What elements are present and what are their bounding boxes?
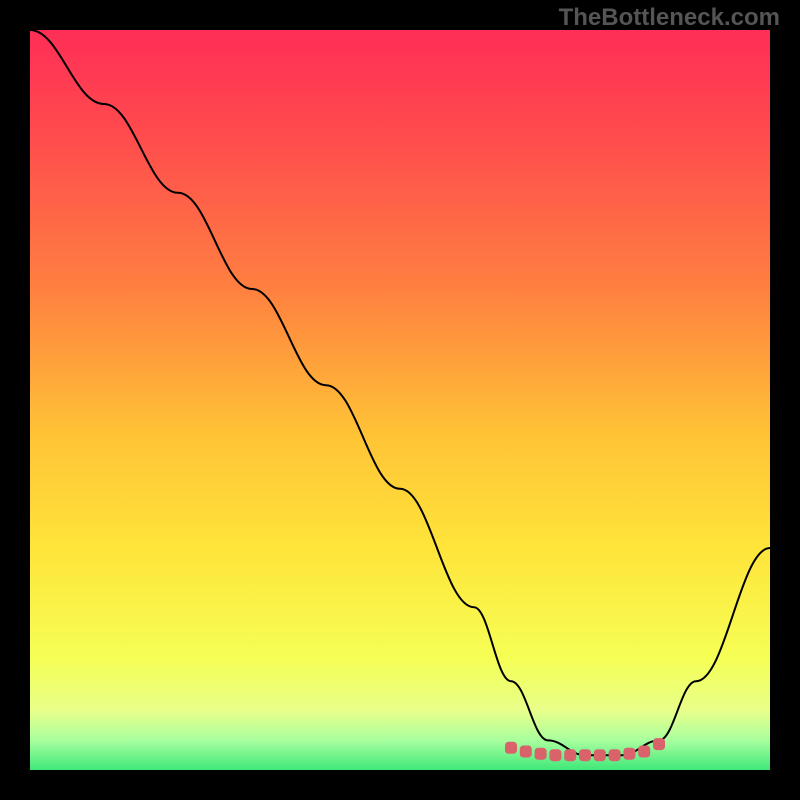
chart-svg bbox=[0, 0, 800, 800]
marker-point bbox=[609, 749, 621, 761]
marker-point bbox=[549, 749, 561, 761]
marker-point bbox=[564, 749, 576, 761]
marker-point bbox=[623, 748, 635, 760]
marker-point bbox=[638, 746, 650, 758]
plot-background bbox=[30, 30, 770, 770]
marker-point bbox=[653, 738, 665, 750]
marker-point bbox=[535, 748, 547, 760]
chart-container: TheBottleneck.com bbox=[0, 0, 800, 800]
marker-point bbox=[520, 746, 532, 758]
marker-point bbox=[579, 749, 591, 761]
marker-point bbox=[505, 742, 517, 754]
watermark-text: TheBottleneck.com bbox=[559, 4, 780, 32]
marker-point bbox=[594, 749, 606, 761]
